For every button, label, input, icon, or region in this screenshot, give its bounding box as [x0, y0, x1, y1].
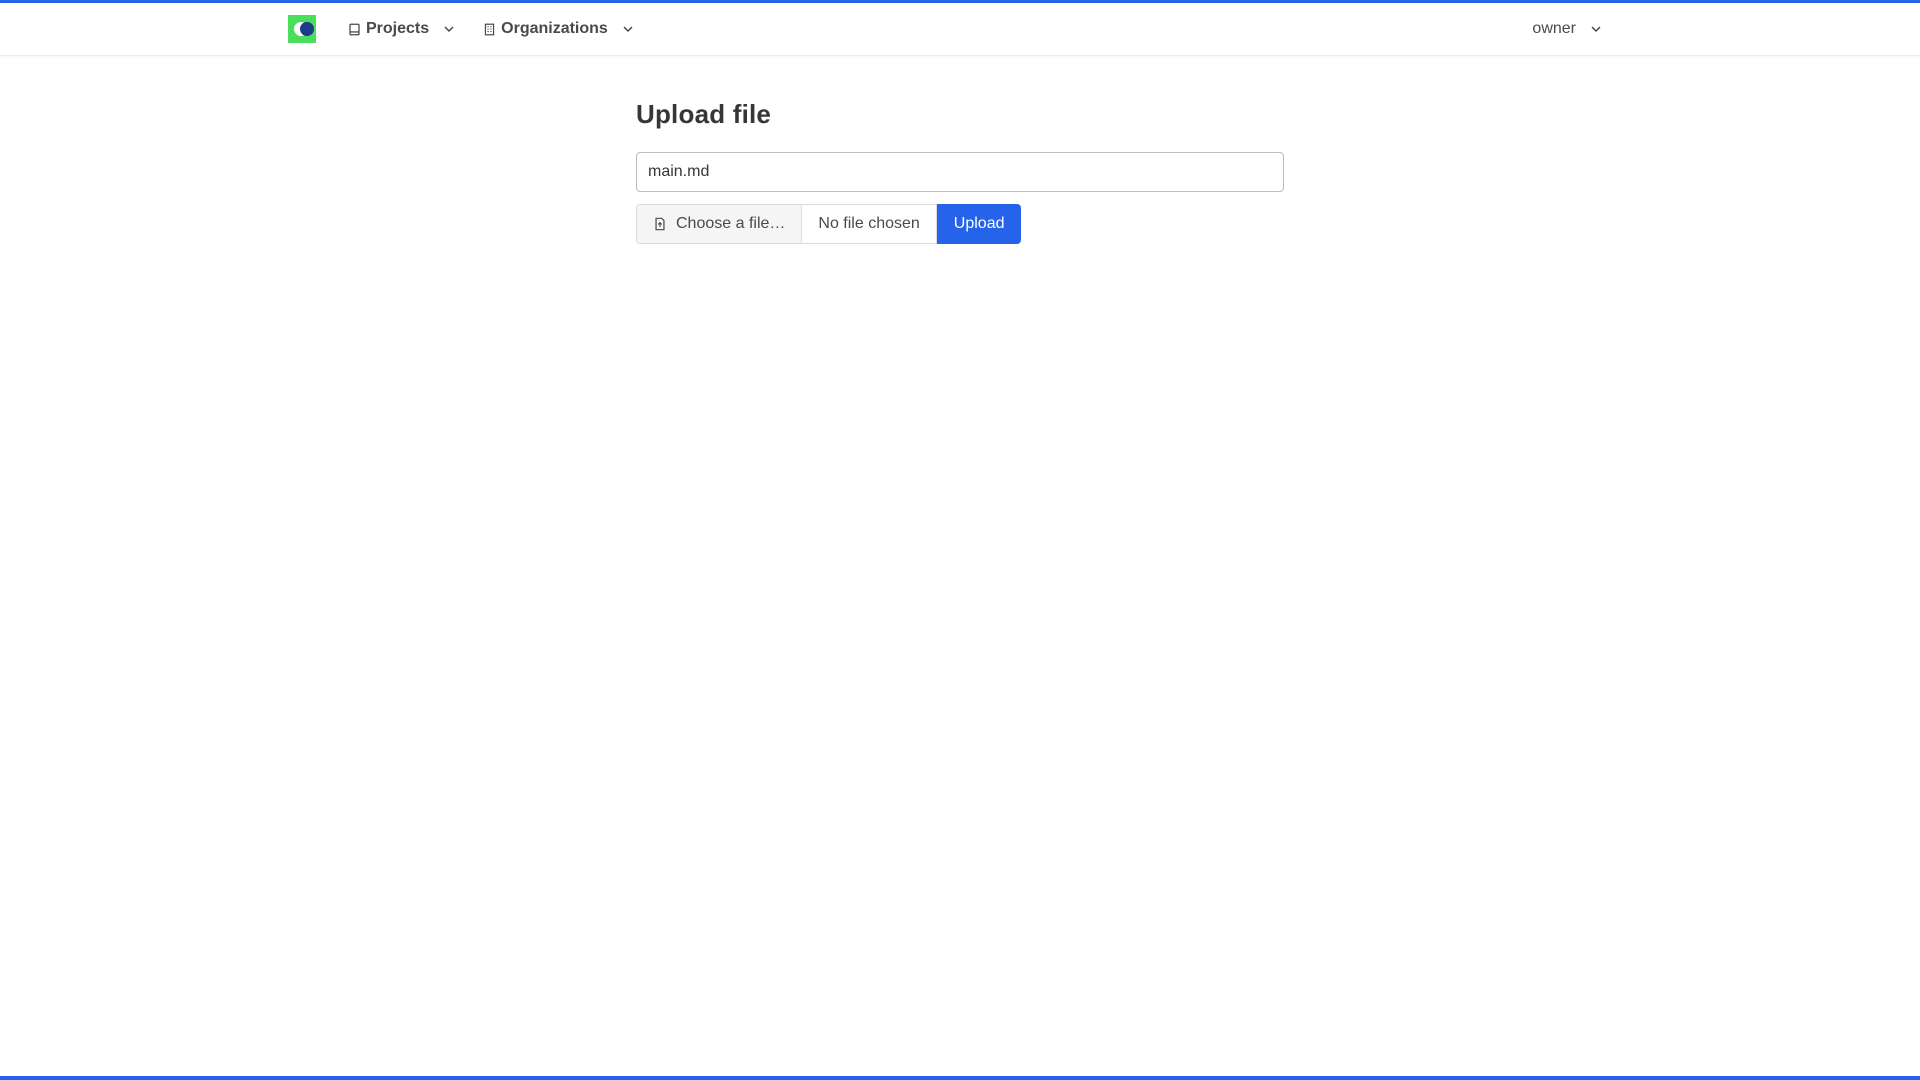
chevron-down-icon [444, 26, 454, 33]
logo-circle-blue [300, 22, 314, 36]
navbar-inner: Projects Organizations owner [288, 3, 1632, 55]
file-upload-icon [655, 217, 665, 231]
building-icon [484, 23, 495, 35]
page: Projects Organizations owner Upload file… [0, 0, 1920, 1080]
user-menu[interactable]: owner [1532, 20, 1632, 38]
main-content: Upload file Choose a file… No file chose… [636, 99, 1284, 244]
chevron-down-icon [623, 26, 633, 33]
upload-row: Choose a file… No file chosen Upload [636, 204, 1284, 244]
nav-projects-label: Projects [366, 20, 430, 37]
nav-organizations[interactable]: Organizations [473, 3, 644, 55]
choose-file-label: Choose a file… [676, 215, 786, 232]
app-logo[interactable] [288, 15, 316, 43]
bottom-accent-bar [0, 1076, 1920, 1080]
user-menu-label: owner [1532, 20, 1576, 37]
chevron-down-icon [1591, 26, 1601, 33]
nav-organizations-label: Organizations [501, 20, 608, 37]
filename-input[interactable] [636, 152, 1284, 192]
choose-file-button[interactable]: Choose a file… [636, 204, 803, 244]
upload-button[interactable]: Upload [936, 204, 1022, 244]
file-name-display: No file chosen [802, 204, 937, 244]
nav-projects[interactable]: Projects [338, 3, 465, 55]
top-navbar: Projects Organizations owner [0, 3, 1920, 56]
page-title: Upload file [636, 99, 772, 129]
book-icon [349, 23, 360, 35]
